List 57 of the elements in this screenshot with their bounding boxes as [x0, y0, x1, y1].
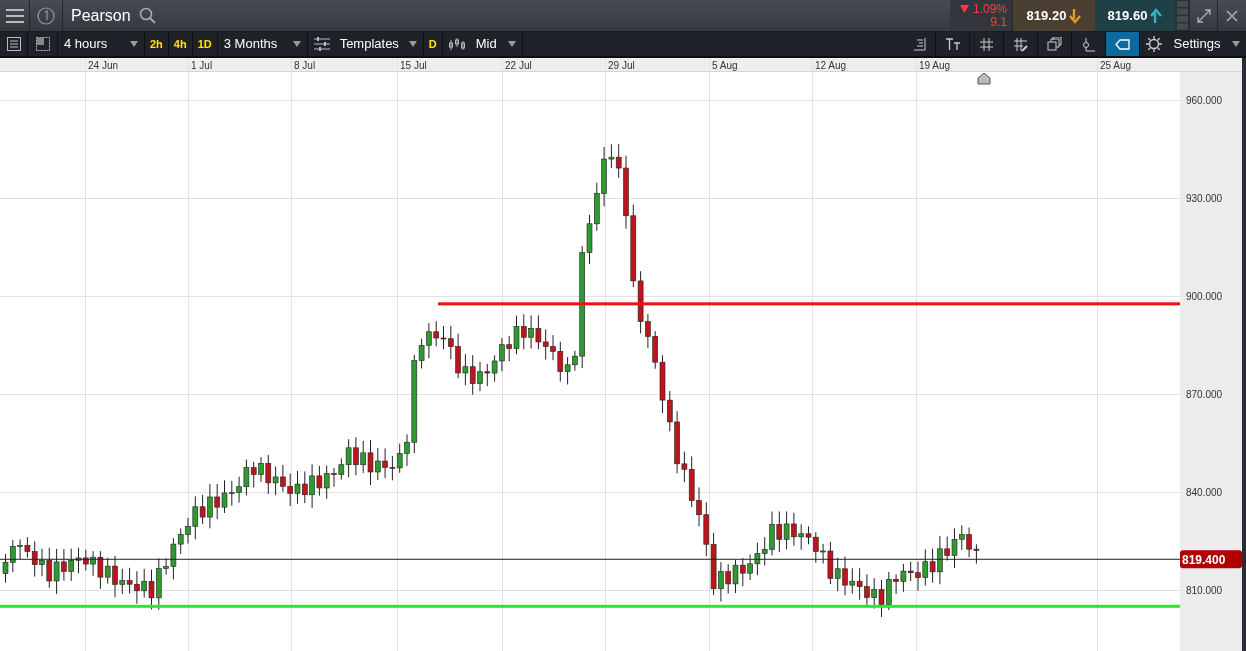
date-label: 12 Aug — [815, 60, 847, 71]
sliders-icon — [313, 37, 330, 51]
date-label: 24 Jun — [88, 60, 119, 71]
caret-icon — [292, 41, 301, 47]
price-scale-icon[interactable] — [911, 36, 926, 52]
price-tick-label: 930.000 — [1186, 193, 1223, 204]
price-tick-label: 900.000 — [1186, 291, 1223, 302]
drawing-mode-button[interactable]: D — [423, 32, 443, 56]
interval-button[interactable]: 2h — [145, 32, 169, 56]
date-label: 19 Aug — [919, 60, 951, 71]
grid-icon[interactable] — [979, 36, 994, 52]
layout-icon[interactable] — [35, 37, 50, 51]
close-icon[interactable] — [1226, 9, 1238, 22]
interval-dropdown[interactable]: 4 hours — [58, 32, 145, 56]
list-icon[interactable] — [6, 37, 21, 51]
caret-icon — [507, 41, 516, 47]
search-icon[interactable] — [138, 7, 156, 24]
interval-button[interactable]: 1D — [192, 32, 218, 56]
change-points: 9.1 — [990, 15, 1007, 29]
caret-icon — [130, 41, 138, 47]
settings-icon — [1146, 36, 1162, 52]
layers-icon[interactable] — [1047, 36, 1062, 52]
date-label: 22 Jul — [505, 60, 532, 71]
date-label: 1 Jul — [191, 60, 213, 71]
expand-icon[interactable] — [1196, 8, 1211, 23]
text-size-icon[interactable] — [945, 36, 960, 52]
price-tick-label: 960.000 — [1186, 95, 1223, 106]
grid-pencil-icon[interactable] — [1013, 36, 1028, 52]
date-label: 25 Aug — [1100, 60, 1132, 71]
price-type-dropdown[interactable]: Mid — [442, 32, 523, 56]
settings-dropdown[interactable]: Settings — [1140, 32, 1246, 56]
sell-price-button[interactable]: 819.20 — [1013, 0, 1095, 31]
price-tick-label: 810.000 — [1186, 585, 1223, 596]
date-label: 8 Jul — [294, 60, 316, 71]
interval-button[interactable]: 4h — [168, 32, 193, 56]
down-triangle-icon — [959, 5, 969, 13]
range-dropdown[interactable]: 3 Months — [217, 32, 308, 56]
candles-icon — [448, 37, 465, 51]
date-label: 5 Aug — [712, 60, 738, 71]
date-label: 29 Jul — [608, 60, 635, 71]
circled-number-icon[interactable] — [37, 6, 55, 25]
buy-price-button[interactable]: 819.60 — [1095, 0, 1175, 31]
down-arrow-icon — [1069, 7, 1082, 24]
tag-icon[interactable] — [1115, 36, 1130, 52]
caret-icon — [1232, 41, 1240, 47]
date-label: 15 Jul — [400, 60, 427, 71]
instrument-name: Pearson — [71, 5, 131, 26]
grip-icon[interactable] — [1176, 1, 1188, 30]
indicator-icon[interactable] — [1081, 36, 1096, 52]
current-price-tag: 819.400 — [1180, 550, 1242, 569]
caret-icon — [408, 41, 417, 47]
menu-icon[interactable] — [5, 8, 24, 23]
up-arrow-icon — [1150, 7, 1163, 24]
price-tick-label: 870.000 — [1186, 389, 1223, 400]
change-percent: 1.09% — [972, 2, 1007, 16]
templates-dropdown[interactable]: Templates — [307, 32, 424, 56]
price-tick-label: 840.000 — [1186, 487, 1223, 498]
